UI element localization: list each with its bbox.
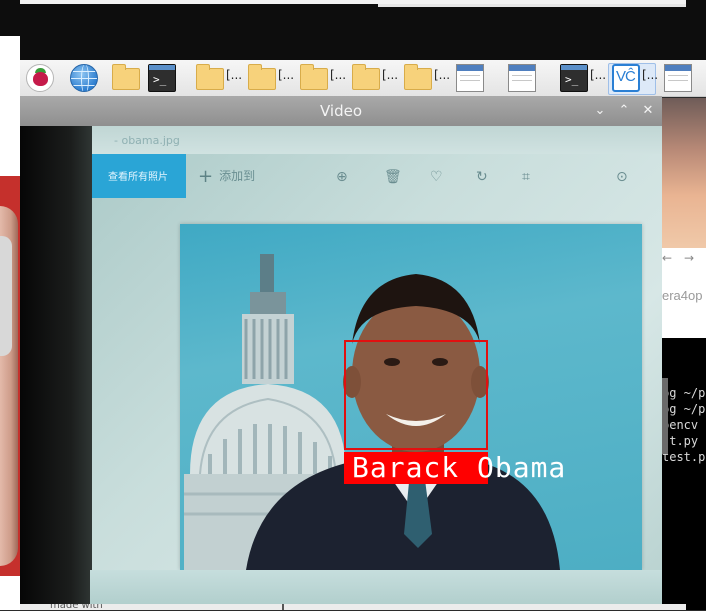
plus-icon: + <box>198 166 214 187</box>
folder-icon[interactable] <box>248 64 276 90</box>
rotate-icon: ↻ <box>476 169 488 185</box>
taskbar-item-label[interactable]: [... <box>278 68 294 82</box>
vnc-viewer-icon[interactable]: VĈ <box>612 64 640 92</box>
desktop-background <box>0 0 706 60</box>
web-browser-icon[interactable] <box>70 64 98 92</box>
divider <box>282 604 284 610</box>
window-title: Video <box>319 102 363 120</box>
terminal-line: pg ~/p <box>662 402 706 416</box>
taskbar-item-label[interactable]: [... <box>330 68 346 82</box>
screen-bottom <box>90 570 662 604</box>
view-all-label: 查看所有照片 <box>108 172 168 183</box>
folder-icon[interactable] <box>196 64 224 90</box>
taskbar-item-label[interactable]: [... <box>590 68 606 82</box>
browser-url-text: era4op <box>662 288 703 303</box>
heart-icon: ♡ <box>430 169 443 185</box>
background-window-left[interactable] <box>0 36 20 610</box>
maximize-icon[interactable]: ⌃ <box>616 103 632 119</box>
back-arrow-icon[interactable]: ← <box>662 251 672 265</box>
zoom-icon: ⊕ <box>336 169 348 185</box>
photo-filename: - obama.jpg <box>114 134 180 147</box>
background-window-image <box>662 98 706 248</box>
close-icon[interactable]: ✕ <box>640 103 656 119</box>
terminal-icon[interactable]: >_ <box>148 64 176 92</box>
terminal-line: test.p <box>662 450 706 464</box>
slideshow-icon: ⊙ <box>616 169 628 185</box>
crop-icon: ⌗ <box>522 169 530 185</box>
background-terminal[interactable]: pg ~/p pg ~/p pencv st.py test.p <box>662 338 706 610</box>
taskbar-item-label[interactable]: [... <box>382 68 398 82</box>
add-to-button: + 添加到 <box>198 166 255 187</box>
background-image-hair <box>0 236 12 356</box>
minimize-icon[interactable]: ⌄ <box>592 103 608 119</box>
window-icon[interactable] <box>664 64 692 92</box>
terminal-scrollbar[interactable] <box>662 378 668 454</box>
trash-icon: 🗑 <box>384 169 402 185</box>
background-browser-navbar[interactable]: ← → <box>662 248 706 273</box>
taskbar-item-label[interactable]: [... <box>226 68 242 82</box>
window-icon[interactable] <box>456 64 484 92</box>
taskbar-item-label[interactable]: [... <box>434 68 450 82</box>
forward-arrow-icon[interactable]: → <box>684 251 694 265</box>
background-browser-address[interactable]: era4op <box>662 272 706 338</box>
monitor-bezel <box>20 126 92 604</box>
add-label: 添加到 <box>219 169 256 183</box>
background-window-edge <box>378 4 686 7</box>
face-detection-box <box>344 340 488 450</box>
photo-viewer-toolbar: + 添加到 ⊕ 🗑 ♡ ↻ ⌗ ⊙ <box>186 154 662 198</box>
background-window-bottom: made with <box>20 600 686 611</box>
folder-icon[interactable] <box>404 64 432 90</box>
video-frame: - obama.jpg 查看所有照片 + 添加到 ⊕ 🗑 ♡ ↻ ⌗ ⊙ Bar… <box>20 126 662 604</box>
folder-icon[interactable] <box>352 64 380 90</box>
terminal-icon[interactable]: >_ <box>560 64 588 92</box>
window-icon[interactable] <box>508 64 536 92</box>
raspberry-menu-icon[interactable] <box>26 64 54 92</box>
taskbar-item-label[interactable]: [... <box>642 68 658 82</box>
video-window: Video ⌄ ⌃ ✕ - obama.jpg 查看所有照片 + 添加到 ⊕ 🗑 … <box>20 96 662 604</box>
file-manager-icon[interactable] <box>112 64 140 90</box>
folder-icon[interactable] <box>300 64 328 90</box>
terminal-line: pg ~/p <box>662 386 706 400</box>
window-titlebar[interactable]: Video ⌄ ⌃ ✕ <box>20 96 662 126</box>
taskbar: >_ [... [... [... [... [... >_ [... VĈ [… <box>20 60 706 97</box>
face-label: Barack Obama <box>352 451 567 484</box>
view-all-photos-tab: 查看所有照片 <box>90 154 186 198</box>
